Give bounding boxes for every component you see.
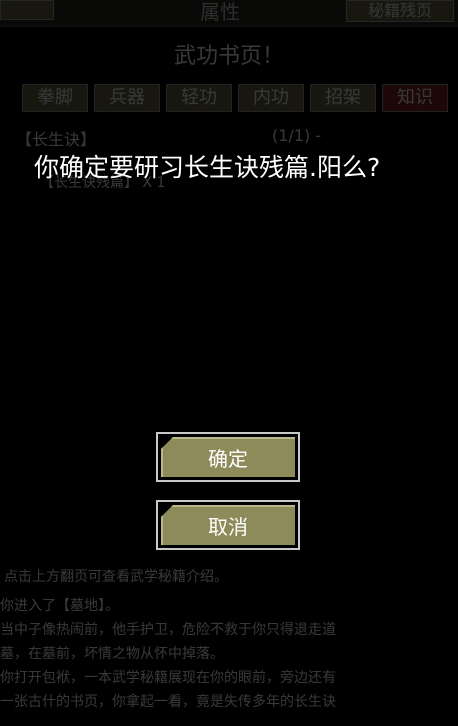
cancel-button[interactable]: 取消: [156, 500, 300, 550]
confirm-button[interactable]: 确定: [156, 432, 300, 482]
confirm-button-label: 确定: [161, 437, 295, 477]
confirm-dialog: 你确定要研习长生诀残篇.阳么? 确定 取消: [0, 0, 458, 726]
cancel-button-label: 取消: [161, 505, 295, 545]
dialog-question: 你确定要研习长生诀残篇.阳么?: [34, 153, 381, 182]
